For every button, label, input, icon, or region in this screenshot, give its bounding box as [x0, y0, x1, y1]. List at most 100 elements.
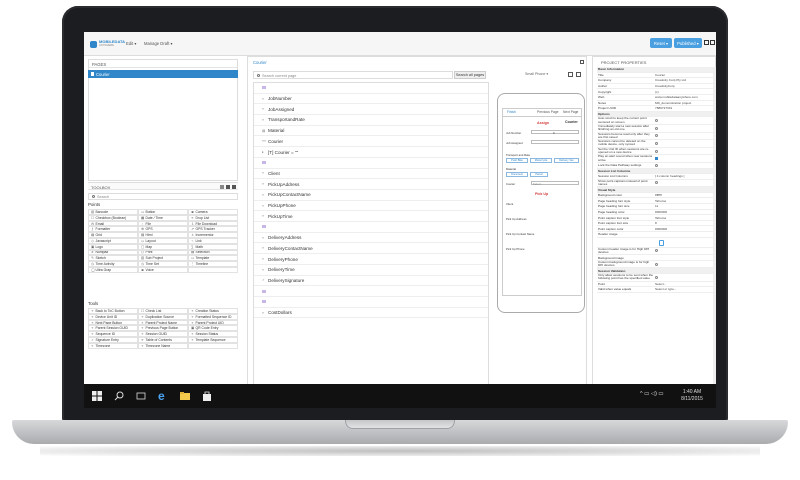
point-row-deliveryphone[interactable]: « DeliveryPhone [254, 254, 488, 265]
point-row-pickupcontactname[interactable]: « PickUpContactName [254, 190, 488, 201]
property-checkbox[interactable] [655, 141, 658, 145]
property-checkbox[interactable] [655, 119, 658, 123]
search-icon[interactable] [114, 391, 124, 401]
property-value[interactable]: 11 [655, 204, 713, 208]
header-image-preview[interactable] [597, 238, 713, 248]
property-value[interactable]: #000000 [655, 210, 713, 214]
property-value[interactable]: 7889727331 [655, 106, 713, 110]
point-row-costdollars[interactable]: « CostDollars [254, 308, 488, 319]
fullscreen-icon[interactable] [710, 40, 715, 45]
property-play-an-alert-sound-when-new-sessions-arrive[interactable]: Play an alert sound when new sessions ar… [597, 155, 713, 163]
detail-view-icon[interactable] [232, 184, 236, 189]
layout-toggle-icon[interactable] [704, 40, 709, 45]
search-all-pages-button[interactable]: Search all pages [454, 71, 486, 79]
point-row-jobassigned[interactable]: « JobAssigned [254, 104, 488, 116]
property-valid-when-value-equals[interactable]: Valid when value equals Select or type... [597, 287, 713, 293]
page-search-input[interactable]: Search current page [253, 71, 453, 79]
property-checkbox[interactable] [655, 157, 658, 161]
point-row-jobnumber[interactable]: « JobNumber [254, 94, 488, 105]
delivery-van-button[interactable]: Delivery Van [554, 158, 579, 163]
point-row-deliveryaddress[interactable]: « DeliveryAddress [254, 233, 488, 244]
property-value[interactable]: [ 4 column headings ] [655, 174, 713, 178]
list-view-icon[interactable] [226, 184, 230, 189]
property-value[interactable]: #000000 [655, 227, 713, 231]
finish-tab[interactable]: Finish [507, 110, 516, 114]
toolbox-search-input[interactable]: Search [88, 193, 238, 200]
property-checkbox[interactable] [655, 262, 658, 266]
toolbox-item-voice[interactable]: ◙ Voice [138, 266, 188, 273]
property-set-the-unit-id-when-sessions-are-re-opened-on-a-new-device[interactable]: Set the Unit ID when sessions are re-ope… [597, 148, 713, 156]
published-button[interactable]: Published ▾ [674, 38, 702, 48]
property-auto-scroll-to-keep-the-current-point-centered-on-screen[interactable]: Auto scroll to keep the current point ce… [597, 117, 713, 125]
tray-icons[interactable]: ^ ▭ ◁) ▭ [640, 391, 664, 397]
point-row-t-courier[interactable]: ▸ [T] Courier = "" [254, 147, 488, 158]
property-checkbox[interactable] [655, 149, 658, 153]
page-item-courier[interactable]: Courier [88, 70, 238, 78]
point-row-pickuptime[interactable]: « PickUpTime [254, 211, 488, 223]
toolbox-item-timezone[interactable]: «Timezone [88, 342, 138, 349]
property-sessions-cannot-be-deleted-on-the-mobile-device-only-synced[interactable]: Sessions cannot be deleted on the mobile… [597, 140, 713, 148]
property-custom-header-image-is-for-high-dpi-devices[interactable]: Custom header image is for High DPI devi… [597, 248, 713, 256]
property-checkbox[interactable] [655, 134, 658, 138]
point-row-material[interactable]: ▤ Material [254, 126, 488, 137]
app-logo[interactable]: MOBILEDATA ANYWHERE [90, 39, 128, 49]
point-row-deliverysignature[interactable]: ✓ DeliverySignature [254, 276, 488, 287]
property-value[interactable]: Tahoma [655, 199, 713, 203]
point-row-transportandrate[interactable]: « TransportandRate [254, 115, 488, 126]
point-row-pickupphone[interactable]: « PickUpPhone [254, 201, 488, 212]
point-row-courier[interactable]: «» Courier [254, 137, 488, 148]
toolbox-item-timezone-name[interactable]: «Timezone Name [138, 342, 188, 349]
property-checkbox[interactable] [655, 163, 658, 167]
property-value[interactable]: Tahoma [655, 216, 713, 220]
property-value[interactable]: Select... [655, 282, 713, 286]
page-break-row[interactable] [254, 286, 488, 297]
property-only-allow-sessions-to-be-sent-when-the-following-point-has-the-specified-value[interactable]: Only allow sessions to be sent when the … [597, 274, 713, 282]
property-checkbox[interactable] [655, 181, 658, 185]
grid-view-icon[interactable] [220, 184, 224, 189]
page-break-row[interactable] [254, 83, 488, 94]
point-row-deliverytime[interactable]: « DeliveryTime [254, 265, 488, 276]
page-break-row[interactable] [254, 222, 488, 233]
point-row-deliverycontactname[interactable]: « DeliveryContactName [254, 244, 488, 255]
property-custom-background-image-is-for-high-dpi-devices[interactable]: Custom background image is for high DPI … [597, 261, 713, 269]
property-immediately-start-a-new-session-after-finishing-an-old-one[interactable]: Immediately start a new session after fi… [597, 125, 713, 133]
property-value[interactable]: #ffffff [655, 193, 713, 197]
menu-manage-draft[interactable]: Manage Draft ▾ [144, 41, 173, 46]
job-number-field[interactable] [531, 130, 579, 134]
file-explorer-icon[interactable] [180, 391, 190, 401]
windows-start-icon[interactable] [92, 391, 102, 401]
taskbar-clock[interactable]: 1:40 AM 8/11/2015 [672, 389, 712, 402]
property-checkbox[interactable] [655, 275, 658, 279]
property-checkbox[interactable] [655, 249, 658, 253]
property-value[interactable]: (c) [655, 90, 713, 94]
property-show-point-captions-instead-of-point-names[interactable]: Show point captions instead of point nam… [597, 180, 713, 188]
page-break-row[interactable] [254, 297, 488, 308]
previous-page-tab[interactable]: Previous Page [537, 110, 558, 114]
property-value[interactable]: CreativityCorp [655, 84, 713, 88]
property-value[interactable]: Creativity Corp Pty Ltd [655, 78, 713, 82]
property-value[interactable]: 8 [655, 221, 713, 225]
properties-scrollbar[interactable] [713, 67, 716, 397]
property-value[interactable]: www.mobiledataanywhere.com [655, 95, 713, 99]
toolbox-item-ultra-grap[interactable]: ◯ Ultra Grap [88, 266, 138, 273]
point-row-client[interactable]: « Client [254, 169, 488, 180]
document-button[interactable]: Document [506, 172, 528, 177]
point-row-pickupaddress[interactable]: « PickUpAddress [254, 179, 488, 190]
property-value[interactable]: Courier [655, 73, 713, 77]
push-bike-button[interactable]: Push Bike [506, 158, 528, 163]
property-value[interactable]: Select or type... [655, 287, 713, 291]
landscape-icon[interactable] [576, 72, 581, 77]
property-checkbox[interactable] [655, 126, 658, 130]
portrait-icon[interactable] [568, 72, 573, 77]
job-assigned-field[interactable] [531, 140, 579, 144]
device-select[interactable]: Small Phone ▾ [525, 72, 548, 76]
page-break-row[interactable] [254, 158, 488, 169]
expand-icon[interactable] [580, 60, 584, 64]
reset-button[interactable]: Reset ▾ [650, 38, 672, 48]
store-icon[interactable] [202, 391, 212, 401]
motorcycle-button[interactable]: Motorcycle [530, 158, 552, 163]
task-view-icon[interactable] [136, 391, 146, 401]
next-page-tab[interactable]: Next Page [563, 110, 578, 114]
menu-edit[interactable]: Edit ▾ [126, 41, 136, 46]
parcel-button[interactable]: Parcel [530, 172, 548, 177]
